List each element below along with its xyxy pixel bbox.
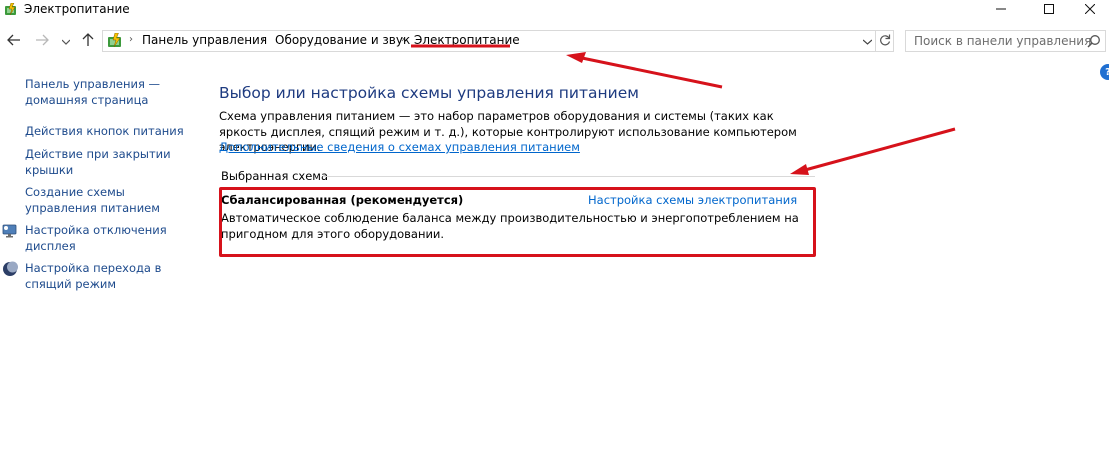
search-box[interactable]: Поиск в панели управления [905,30,1106,52]
control-panel-icon [107,32,123,49]
sidebar-item-create-plan[interactable]: Создание схемы управления питанием [25,185,200,216]
recent-locations-button[interactable] [60,32,72,50]
breadcrumb-separator: › [261,34,265,45]
minimize-icon [996,3,1006,17]
address-history-button[interactable] [860,33,874,49]
refresh-icon [879,34,891,49]
moon-icon [2,261,18,277]
annotation-arrow-line [581,56,723,89]
sidebar-item-lid-close[interactable]: Действие при закрытии крышки [25,147,200,178]
close-icon [1084,3,1095,17]
window-title: Электропитание [24,2,130,16]
sidebar-item-power-buttons[interactable]: Действия кнопок питания [25,124,200,140]
chevron-down-icon [61,34,71,48]
breadcrumb-power-options[interactable]: Электропитание [414,33,520,47]
address-bar[interactable]: › Панель управления › Оборудование и зву… [102,30,876,52]
chevron-down-icon [862,34,872,48]
selected-plan-group-label: Выбранная схема [221,169,328,183]
breadcrumb-separator: › [129,34,133,45]
group-divider [323,176,815,177]
breadcrumb-hardware-sound[interactable]: Оборудование и звук [275,33,410,47]
search-input[interactable]: Поиск в панели управления [914,34,1091,48]
close-button[interactable] [1070,0,1109,20]
breadcrumb-control-panel[interactable]: Панель управления [142,33,267,47]
more-info-link[interactable]: Дополнительные сведения о схемах управле… [219,140,580,154]
sidebar-item-display-off[interactable]: Настройка отключения дисплея [25,223,200,254]
annotation-arrowhead [790,164,809,175]
maximize-icon [1044,3,1054,17]
power-options-icon [4,2,18,17]
help-icon: ? [1105,67,1109,78]
minimize-button[interactable] [978,0,1024,20]
refresh-button[interactable] [876,30,894,52]
maximize-button[interactable] [1026,0,1072,20]
sidebar-item-home[interactable]: Панель управления — домашняя страница [25,77,200,108]
annotation-highlight-box [219,187,816,257]
page-title: Выбор или настройка схемы управления пит… [219,84,639,102]
annotation-arrowhead [566,52,586,63]
arrow-up-icon [82,32,94,50]
monitor-icon [2,223,18,239]
breadcrumb-separator: › [401,34,405,45]
up-button[interactable] [80,32,96,50]
back-button[interactable] [6,32,22,50]
search-icon [1087,34,1101,48]
arrow-right-icon [35,34,49,49]
annotation-arrow-line [804,127,956,172]
sidebar-item-sleep[interactable]: Настройка перехода в спящий режим [25,261,200,292]
forward-button[interactable] [34,32,50,50]
title-bar: Электропитание [0,0,1109,20]
help-button[interactable]: ? [1100,64,1109,80]
arrow-left-icon [7,34,21,49]
